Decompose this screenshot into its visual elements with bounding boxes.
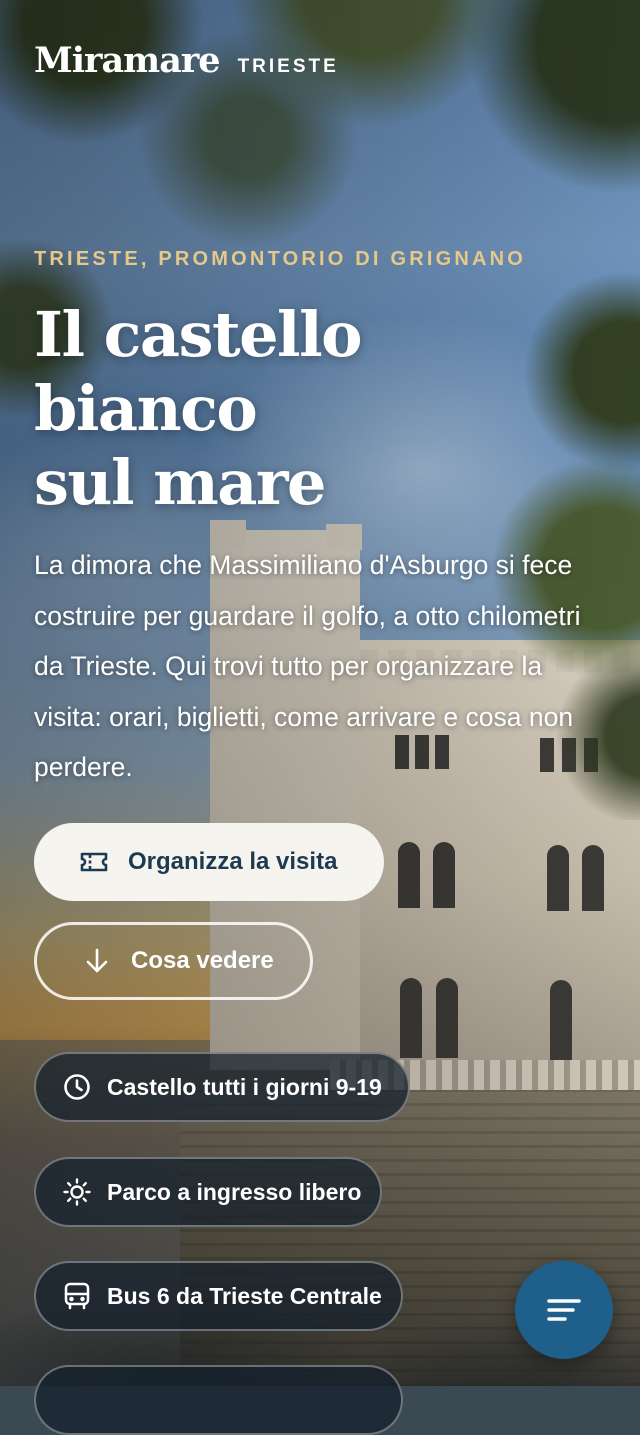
info-pill-castle-hours[interactable]: Castello tutti i giorni 9-19	[34, 1052, 410, 1122]
info-pill-label: Parco a ingresso libero	[107, 1178, 362, 1205]
what-to-see-label: Cosa vedere	[131, 947, 274, 974]
hero-title-line: Il castello	[34, 298, 363, 371]
menu-icon	[544, 1295, 584, 1325]
plan-visit-button[interactable]: Organizza la visita	[34, 823, 384, 901]
info-pill-partial[interactable]	[34, 1365, 403, 1435]
site-logo[interactable]: Miramare	[34, 40, 221, 81]
info-pill-label: Castello tutti i giorni 9-19	[107, 1073, 382, 1100]
menu-button[interactable]	[515, 1261, 613, 1359]
sun-icon	[61, 1176, 93, 1208]
info-pill-label: Bus 6 da Trieste Centrale	[107, 1282, 382, 1309]
ticket-icon	[78, 846, 110, 878]
hero-intro: La dimora che Massimiliano d'Asburgo si …	[34, 550, 581, 782]
hero-title: Il castello bianco sul mare	[34, 298, 363, 520]
hero-title-line: sul mare	[34, 446, 327, 519]
site-header: Miramare TRIESTE	[34, 40, 339, 81]
hero-eyebrow: TRIESTE, PROMONTORIO DI GRIGNANO	[34, 248, 527, 270]
hero-title-line: bianco	[34, 372, 258, 445]
plan-visit-label: Organizza la visita	[128, 848, 338, 875]
site-city-label: TRIESTE	[237, 56, 339, 77]
arrow-down-icon	[81, 945, 113, 977]
what-to-see-button[interactable]: Cosa vedere	[34, 922, 313, 1000]
info-pill-bus[interactable]: Bus 6 da Trieste Centrale	[34, 1261, 403, 1331]
bus-icon	[61, 1280, 93, 1312]
clock-icon	[61, 1071, 93, 1103]
info-pill-park-entry[interactable]: Parco a ingresso libero	[34, 1157, 382, 1227]
